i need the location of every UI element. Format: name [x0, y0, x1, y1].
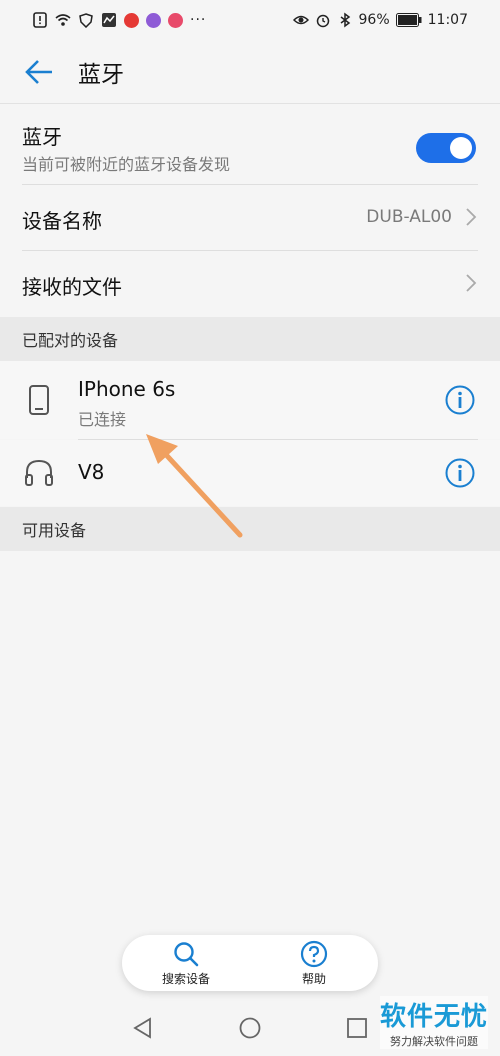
device-name: IPhone 6s: [78, 377, 176, 401]
watermark-sub: 努力解决软件问题: [389, 1035, 478, 1048]
bluetooth-toggle-row[interactable]: 蓝牙 当前可被附近的蓝牙设备发现: [0, 105, 500, 185]
chevron-right-icon: [466, 208, 477, 226]
headphones-icon: [25, 459, 53, 486]
bluetooth-subtitle: 当前可被附近的蓝牙设备发现: [22, 155, 231, 174]
status-bar: ··· 96% 11:07: [0, 0, 500, 40]
info-icon[interactable]: [444, 384, 476, 416]
app-icon-red: [124, 12, 139, 28]
nav-recents-icon[interactable]: [345, 1016, 369, 1040]
device-name-value: DUB-AL00: [366, 207, 452, 227]
watermark-main: 软件无忧: [379, 1002, 488, 1032]
more-icon: ···: [190, 12, 207, 28]
device-name-row[interactable]: 设备名称 DUB-AL00: [0, 185, 500, 250]
page-title: 蓝牙: [78, 61, 124, 88]
bluetooth-switch[interactable]: [416, 133, 476, 163]
device-name-label: 设备名称: [22, 209, 102, 233]
help-icon: [300, 940, 328, 967]
nav-home-icon[interactable]: [238, 1016, 262, 1040]
device-name: V8: [78, 460, 105, 484]
search-devices-label: 搜索设备: [161, 971, 210, 986]
device-status: 已连接: [78, 410, 127, 429]
nav-back-icon[interactable]: [131, 1016, 155, 1040]
alarm-icon: [316, 14, 329, 28]
battery-percent: 96%: [358, 12, 390, 28]
received-files-row[interactable]: 接收的文件: [0, 251, 500, 316]
bluetooth-status-icon: [340, 12, 350, 28]
bottom-action-bar: 搜索设备 帮助: [122, 935, 378, 991]
app-icon-purple: [146, 12, 161, 28]
app-icon-pink: [168, 12, 183, 28]
alert-icon: [33, 12, 47, 28]
chart-app-icon: [102, 13, 116, 27]
chevron-right-icon: [466, 274, 477, 292]
help-button[interactable]: 帮助: [250, 935, 378, 991]
help-label: 帮助: [301, 971, 326, 986]
paired-section-header: 已配对的设备: [0, 317, 500, 361]
received-files-label: 接收的文件: [22, 275, 122, 299]
app-header: 蓝牙: [0, 40, 500, 104]
clock: 11:07: [427, 12, 468, 28]
arrow-left-icon: [25, 59, 52, 84]
phone-icon: [29, 385, 49, 415]
back-button[interactable]: [22, 55, 56, 89]
battery-icon: [395, 13, 422, 27]
info-icon[interactable]: [444, 457, 476, 489]
search-devices-button[interactable]: 搜索设备: [122, 935, 250, 991]
switch-knob: [450, 137, 472, 159]
bluetooth-label: 蓝牙: [22, 125, 62, 149]
search-icon: [174, 941, 199, 966]
shield-icon: [79, 13, 93, 28]
watermark-logo: 软件无忧 努力解决软件问题: [379, 996, 488, 1049]
wifi-icon: [55, 14, 71, 26]
annotation-arrow: [146, 434, 243, 538]
eye-icon: [292, 15, 309, 25]
